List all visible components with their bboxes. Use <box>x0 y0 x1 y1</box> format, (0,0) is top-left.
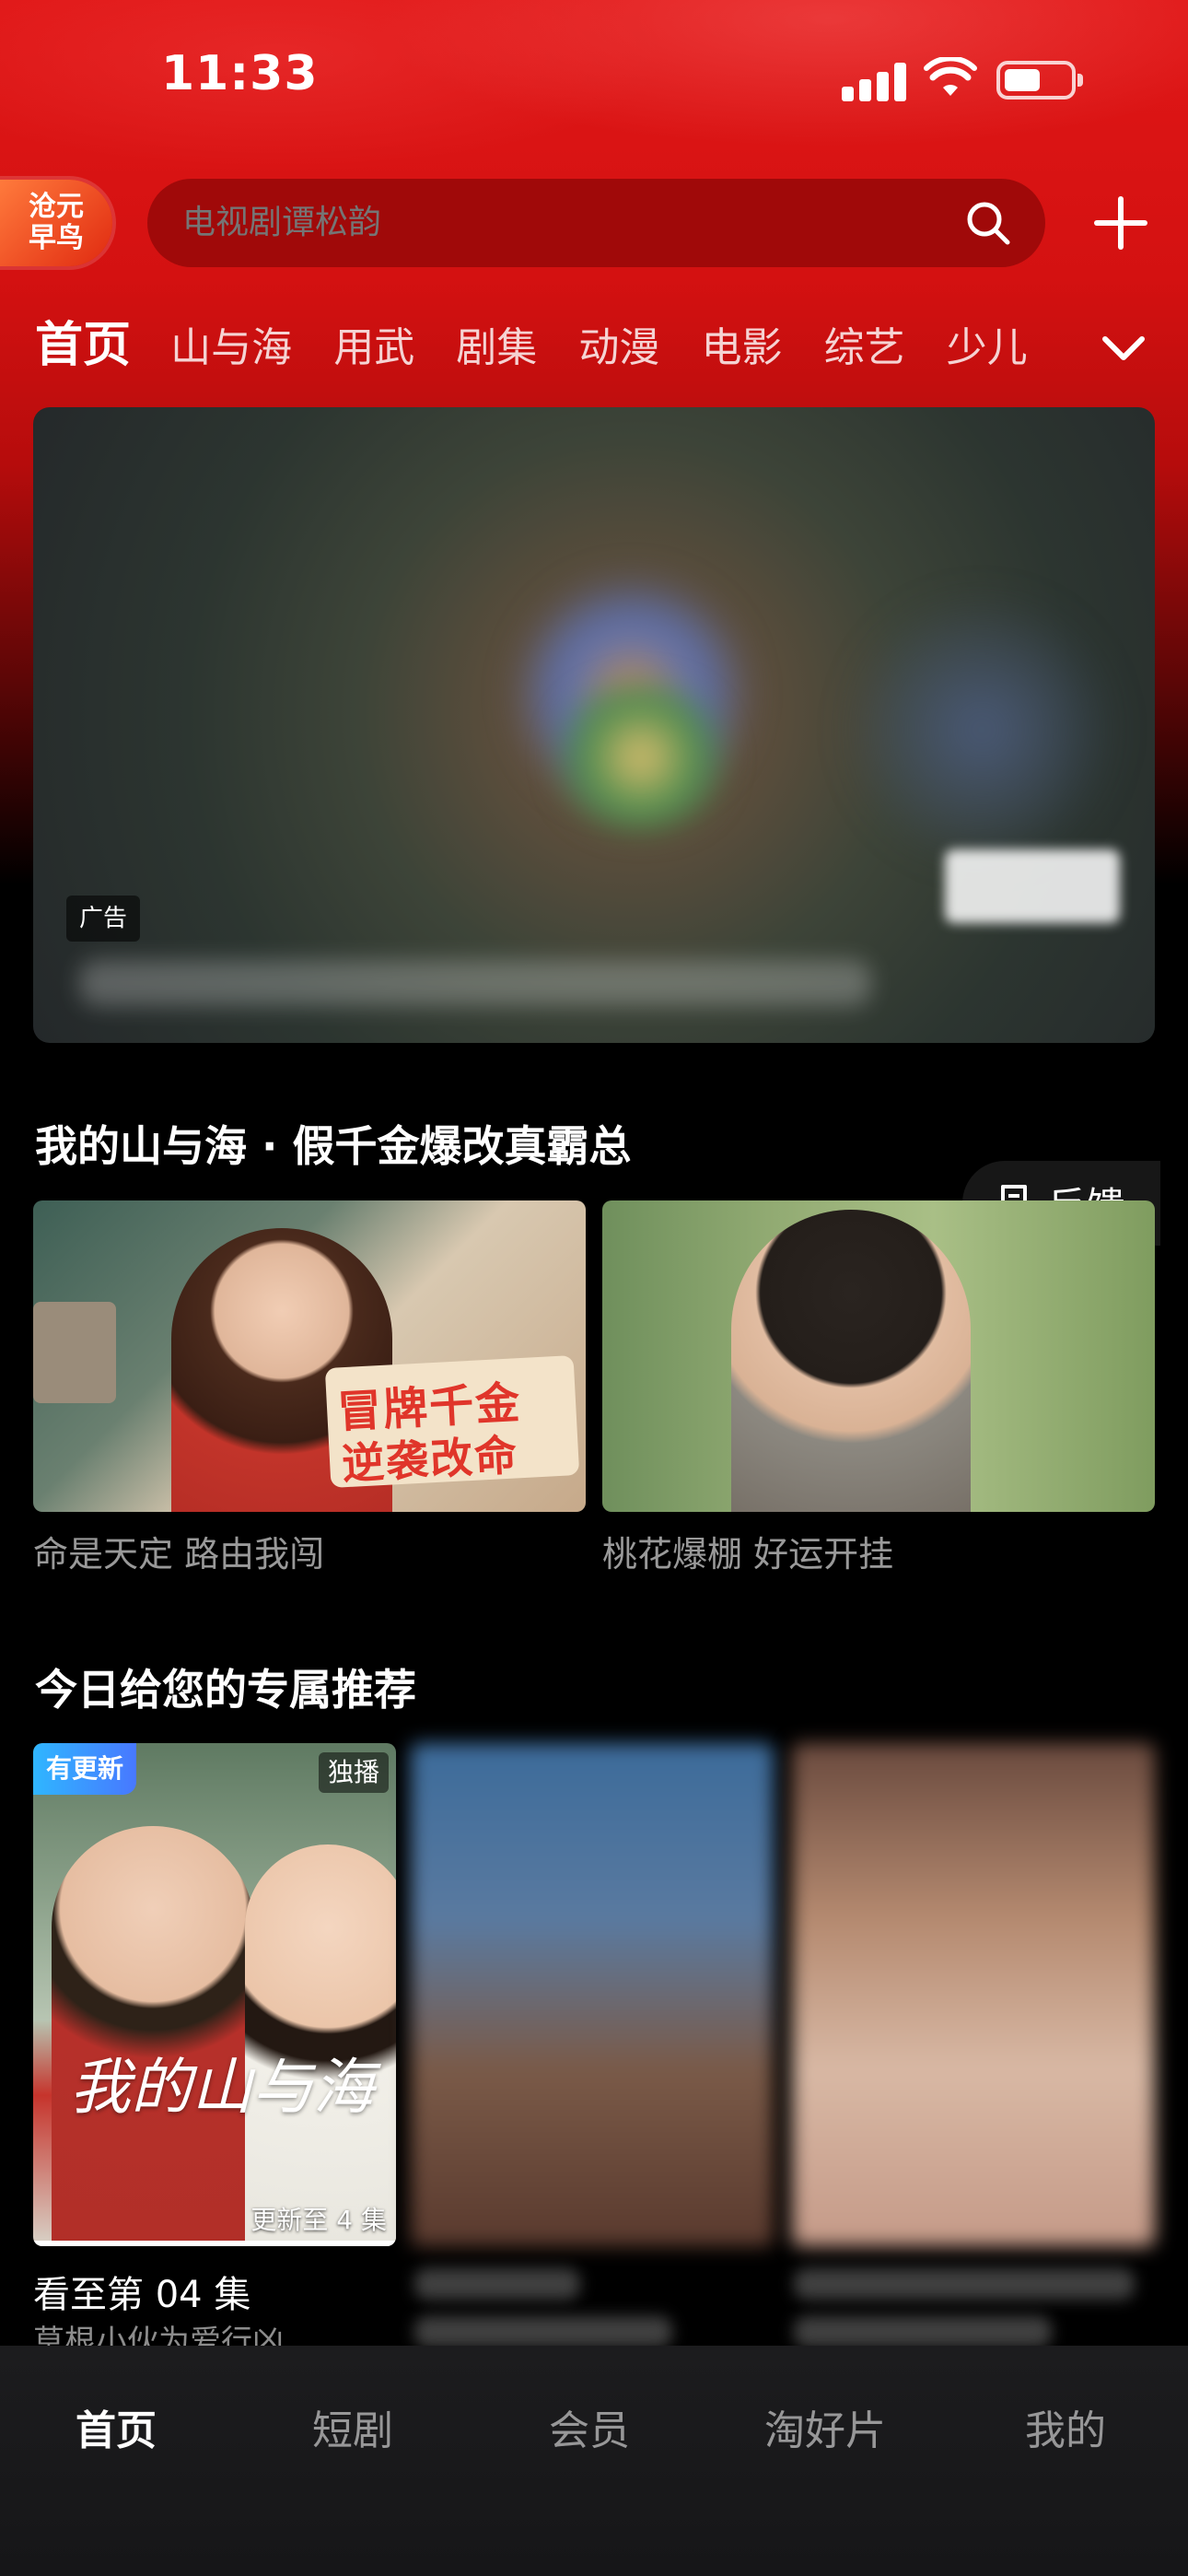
tab-shanyuhai[interactable]: 山与海 <box>170 316 292 378</box>
tab-yongwu[interactable]: 用武 <box>333 316 414 378</box>
tab-series[interactable]: 剧集 <box>456 316 537 378</box>
recommend-poster[interactable]: 我的山与海 有更新 独播 更新至 4 集 <box>33 1743 396 2246</box>
tab-variety[interactable]: 综艺 <box>824 316 905 378</box>
section-title-featured: 我的山与海 · 假千金爆改真霸总 <box>35 1121 632 1171</box>
search-icon[interactable] <box>964 199 1012 247</box>
app-logo-text: 沧元早鸟 <box>29 191 84 254</box>
nav-discover[interactable]: 淘好片 <box>764 2397 886 2456</box>
poster-line2: 逆袭改命 <box>340 1430 520 1489</box>
ad-label: 广告 <box>66 896 141 942</box>
watch-progress-bar <box>33 2241 396 2246</box>
card-subtitle: 桃花爆棚 好运开挂 <box>602 1534 894 1575</box>
tab-kids[interactable]: 少儿 <box>947 316 1028 378</box>
blurred-text <box>414 2316 672 2348</box>
tab-home[interactable]: 首页 <box>35 313 131 378</box>
search-input[interactable] <box>182 179 901 267</box>
poster-person <box>731 1210 971 1512</box>
status-bar: 11:33 <box>0 0 1188 157</box>
nav-home[interactable]: 首页 <box>76 2397 157 2456</box>
recommend-poster[interactable] <box>411 1743 774 2246</box>
featured-card[interactable] <box>602 1200 1155 1512</box>
category-tabs: 首页 山与海 用武 剧集 动漫 电影 综艺 少儿 <box>35 313 1085 378</box>
nav-profile[interactable]: 我的 <box>1025 2397 1106 2456</box>
update-badge: 有更新 <box>33 1743 137 1795</box>
tab-movies[interactable]: 电影 <box>701 316 782 378</box>
blurred-text <box>414 2268 580 2300</box>
bottom-nav: 首页 短剧 会员 淘好片 我的 <box>0 2346 1188 2576</box>
banner-ad[interactable]: 广告 <box>33 407 1155 1043</box>
app-logo[interactable]: 沧元早鸟 <box>0 180 112 266</box>
exclusive-badge: 独播 <box>318 1752 389 1793</box>
status-time: 11:33 <box>161 46 319 101</box>
tab-anime[interactable]: 动漫 <box>578 316 659 378</box>
search-bar[interactable] <box>147 179 1045 267</box>
nav-shorts[interactable]: 短剧 <box>312 2397 393 2456</box>
blurred-text <box>794 2268 1135 2300</box>
plus-icon[interactable] <box>1091 193 1150 252</box>
nav-vip[interactable]: 会员 <box>549 2397 630 2456</box>
episode-update-label: 更新至 4 集 <box>250 2205 387 2235</box>
section-title-recommend: 今日给您的专属推荐 <box>35 1665 416 1715</box>
wifi-icon <box>924 57 977 96</box>
featured-card[interactable]: 冒牌千金 逆袭改命 <box>33 1200 586 1512</box>
poster-title: 我的山与海 <box>70 2052 374 2123</box>
card-subtitle: 命是天定 路由我闯 <box>33 1534 325 1575</box>
cellular-signal-icon <box>842 61 906 101</box>
tv-illustration <box>33 1302 116 1403</box>
recommend-poster[interactable] <box>792 1743 1155 2246</box>
watch-progress: 看至第 04 集 <box>33 2274 251 2316</box>
chevron-down-icon[interactable] <box>1098 322 1149 374</box>
blurred-text <box>794 2316 1052 2348</box>
poster-person <box>52 1826 254 2246</box>
battery-icon <box>996 61 1083 100</box>
